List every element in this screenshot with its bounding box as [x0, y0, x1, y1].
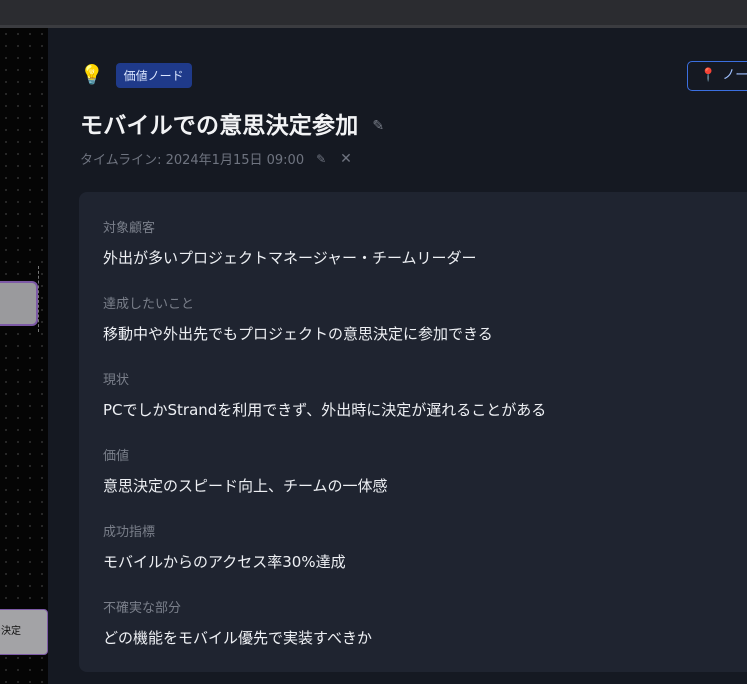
node-header: 💡 価値ノード [80, 62, 192, 88]
field-label: 不確実な部分 [103, 601, 182, 616]
canvas-node-decision[interactable]: の決定 [0, 609, 48, 655]
field-value: PCでしかStrandを利用できず、外出時に決定が遅れることがある [103, 401, 547, 419]
node-locate-button[interactable]: 📍 ノー [687, 61, 747, 91]
edit-title-icon[interactable]: ✎ [372, 118, 384, 134]
pin-icon: 📍 [700, 68, 717, 83]
flow-canvas[interactable]: の決定 [0, 28, 48, 684]
node-button-label: ノー [722, 68, 747, 83]
field-uncertainty: 不確実な部分 どの機能をモバイル優先で実装すべきか [103, 597, 372, 648]
canvas-connector [38, 266, 39, 332]
value-details-card: 対象顧客 外出が多いプロジェクトマネージャー・チームリーダー 達成したいこと 移… [79, 192, 747, 672]
canvas-node-label: の決定 [0, 626, 21, 637]
timeline-row: タイムライン: 2024年1月15日 09:00 ✎ ✕ [80, 149, 352, 169]
field-value: モバイルからのアクセス率30%達成 [103, 553, 346, 571]
canvas-node[interactable] [0, 281, 38, 326]
field-value: 価値 意思決定のスピード向上、チームの一体感 [103, 445, 388, 496]
field-goal: 達成したいこと 移動中や外出先でもプロジェクトの意思決定に参加できる [103, 293, 493, 344]
field-current-state: 現状 PCでしかStrandを利用できず、外出時に決定が遅れることがある [103, 369, 546, 420]
page-title: モバイルでの意思決定参加 [80, 113, 359, 139]
field-label: 対象顧客 [103, 221, 156, 236]
clear-timeline-icon[interactable]: ✕ [340, 151, 352, 167]
field-value: 意思決定のスピード向上、チームの一体感 [103, 477, 388, 495]
field-label: 達成したいこと [103, 297, 195, 312]
edit-timeline-icon[interactable]: ✎ [316, 152, 326, 166]
window-top-bar [0, 0, 747, 28]
field-label: 現状 [103, 373, 130, 388]
field-label: 成功指標 [103, 525, 156, 540]
node-type-badge: 価値ノード [115, 62, 192, 88]
field-target-customer: 対象顧客 外出が多いプロジェクトマネージャー・チームリーダー [103, 217, 477, 268]
timeline-text: タイムライン: 2024年1月15日 09:00 [80, 153, 305, 168]
field-value: 外出が多いプロジェクトマネージャー・チームリーダー [103, 249, 477, 267]
title-row: モバイルでの意思決定参加 ✎ [80, 106, 384, 140]
field-value: どの機能をモバイル優先で実装すべきか [103, 629, 372, 647]
field-value: 移動中や外出先でもプロジェクトの意思決定に参加できる [103, 325, 493, 343]
node-detail-panel: 💡 価値ノード 📍 ノー モバイルでの意思決定参加 ✎ タイムライン: 2024年… [48, 28, 747, 684]
lightbulb-icon: 💡 [80, 63, 104, 86]
field-success-metric: 成功指標 モバイルからのアクセス率30%達成 [103, 521, 346, 572]
field-label: 価値 [103, 449, 130, 464]
